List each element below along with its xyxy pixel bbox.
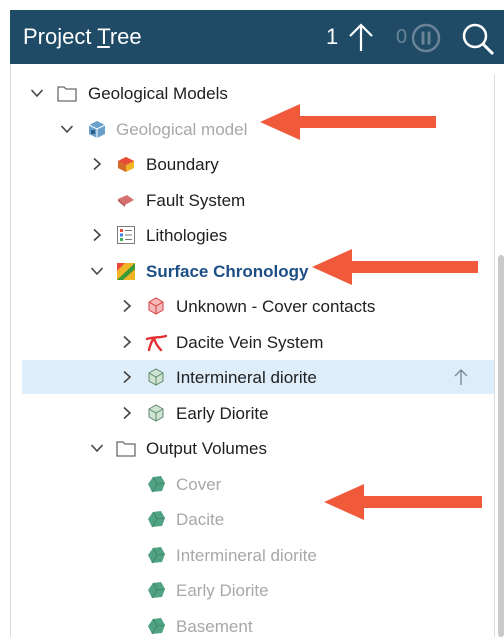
output-volume-icon [145, 508, 167, 530]
intrusion-icon [145, 366, 167, 388]
tree-row-label: Basement [176, 616, 253, 636]
output-volume-icon [145, 544, 167, 566]
fault-system-icon [115, 189, 137, 211]
tree-row[interactable]: Boundary [22, 147, 494, 181]
move-up-icon[interactable] [452, 367, 470, 387]
lithologies-icon [115, 224, 137, 246]
output-volume-icon [145, 473, 167, 495]
folder-icon [115, 437, 137, 459]
tree-row[interactable]: Unknown - Cover contacts [22, 289, 494, 323]
annotation-arrow-icon [312, 249, 478, 285]
tree-row-label: Output Volumes [146, 439, 267, 458]
tree-row-label: Surface Chronology [146, 261, 309, 281]
tree-row-label: Geological Models [88, 84, 228, 103]
surface-chronology-icon [115, 260, 137, 282]
project-tree-header: Project Tree 1 0 [10, 10, 504, 64]
search-icon[interactable] [460, 21, 496, 57]
chevron-down-icon[interactable] [60, 122, 74, 136]
intrusion-icon [145, 402, 167, 424]
tree-row-label: Intermineral diorite [176, 545, 317, 565]
up-count: 1 [326, 24, 339, 49]
annotation-arrow-icon [324, 484, 482, 520]
tree-row[interactable]: Early Diorite [22, 396, 494, 430]
chevron-right-icon[interactable] [120, 335, 134, 349]
vein-system-icon [145, 331, 168, 353]
annotation-arrow-icon [260, 104, 436, 140]
folder-icon [56, 82, 78, 104]
geological-model-icon [86, 118, 108, 140]
chevron-right-icon[interactable] [120, 370, 134, 384]
contact-surface-icon [145, 295, 167, 317]
tree-row[interactable]: Fault System [22, 183, 494, 217]
tree-row[interactable]: Intermineral diorite [22, 360, 494, 394]
chevron-right-icon[interactable] [120, 406, 134, 420]
pause-icon[interactable] [410, 22, 442, 54]
pause-count: 0 [396, 26, 408, 48]
output-volume-icon [145, 579, 167, 601]
tree-row-label: Fault System [146, 190, 246, 210]
tree-row[interactable]: Intermineral diorite [22, 538, 494, 572]
tree-row-label: Lithologies [146, 226, 228, 245]
tree-row[interactable]: Dacite Vein System [22, 325, 494, 359]
boundary-icon [115, 153, 137, 175]
tree-row-label: Dacite [176, 510, 225, 529]
vertical-scrollbar[interactable] [498, 255, 504, 637]
up-arrow-icon[interactable] [346, 23, 376, 53]
chevron-right-icon[interactable] [120, 299, 134, 313]
tree-row[interactable]: Basement [22, 609, 494, 637]
tree-row-label: Early Diorite [176, 403, 269, 423]
project-tree-panel: Project Tree 1 0 Geological Models Geolog… [10, 10, 504, 637]
tree-row[interactable]: Output Volumes [22, 431, 494, 465]
chevron-down-icon[interactable] [90, 264, 104, 278]
panel-left-border [10, 64, 11, 637]
chevron-right-icon[interactable] [90, 157, 104, 171]
tree-row-label: Dacite Vein System [176, 332, 324, 352]
tree-row-label: Unknown - Cover contacts [176, 297, 376, 316]
tree-row-label: Intermineral diorite [176, 368, 317, 387]
tree-row[interactable]: Early Diorite [22, 573, 494, 607]
output-volume-icon [145, 615, 167, 637]
chevron-down-icon[interactable] [90, 441, 104, 455]
chevron-right-icon[interactable] [90, 228, 104, 242]
tree-row-label: Geological model [116, 119, 248, 139]
tree-row-label: Boundary [146, 155, 219, 174]
tree-row-label: Early Diorite [176, 581, 269, 600]
content-separator [494, 74, 495, 637]
panel-title: Project Tree [23, 24, 142, 49]
tree-row-label: Cover [176, 474, 222, 494]
chevron-down-icon[interactable] [30, 86, 44, 100]
